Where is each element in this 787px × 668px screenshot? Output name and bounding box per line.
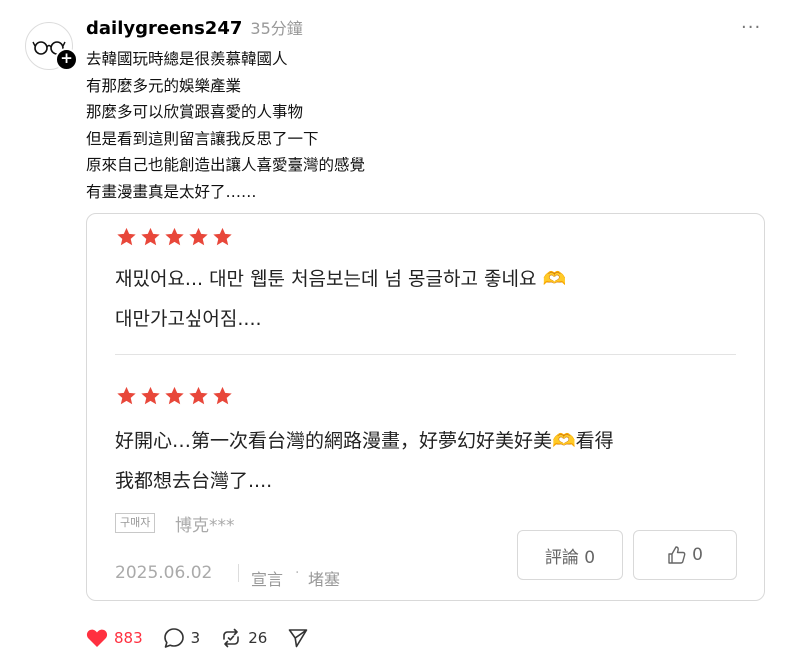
share-send-icon: [288, 629, 308, 648]
star-icon: [189, 386, 208, 405]
follow-plus-icon[interactable]: +: [55, 48, 78, 71]
star-icon: [189, 227, 208, 246]
post-line: 原來自己也能創造出讓人喜愛臺灣的感覺: [86, 156, 366, 174]
review-screenshot-card[interactable]: 재밌어요... 대만 웹툰 처음보는데 넘 몽글하고 좋네요 🫶 대만가고싶어짐…: [86, 213, 765, 601]
declare-link[interactable]: 宣言: [251, 566, 283, 590]
review-2-rating: [115, 385, 234, 407]
star-icon: [117, 386, 136, 405]
comment-bubble-icon: [163, 628, 184, 648]
review-like-button[interactable]: 0: [633, 530, 737, 580]
review-1-rating: [115, 226, 234, 248]
review-1-line-1: 재밌어요... 대만 웹툰 처음보는데 넘 몽글하고 좋네요 🫶: [115, 268, 567, 290]
star-icon: [141, 386, 160, 405]
heart-icon: [86, 629, 108, 647]
review-date: 2025.06.02: [115, 563, 213, 583]
review-2-line-2: 我都想去台灣了....: [115, 470, 273, 492]
thumbs-up-icon: [668, 546, 686, 564]
repost-count: 26: [248, 629, 268, 647]
block-link[interactable]: 堵塞: [308, 566, 340, 590]
post-text: 去韓國玩時總是很羨慕韓國人 有那麼多元的娛樂產業 那麼多可以欣賞跟喜愛的人事物 …: [86, 46, 365, 205]
post-action-bar: 883 3 26: [86, 625, 335, 651]
repost-button[interactable]: 26: [220, 627, 267, 649]
review-2-line-1: 好開心…第一次看台灣的網路漫畫，好夢幻好美好美🫶看得: [115, 430, 614, 452]
post-line: 去韓國玩時總是很羨慕韓國人: [86, 50, 288, 68]
post-line: 但是看到這則留言讓我反思了一下: [86, 129, 319, 148]
star-icon: [213, 386, 232, 405]
comment-count: 3: [190, 629, 201, 647]
reviewer-name: 博克***: [175, 516, 235, 536]
post-line: 有那麼多元的娛樂產業: [86, 76, 242, 95]
comment-button[interactable]: 3: [163, 627, 201, 649]
post-line: 那麼多可以欣賞跟喜愛的人事物: [86, 103, 304, 121]
review-like-count: 0: [692, 545, 703, 565]
post-line: 有畫漫畫真是太好了……: [86, 182, 257, 201]
star-icon: [213, 227, 232, 246]
dot-separator: ·: [295, 565, 300, 581]
share-button[interactable]: [287, 627, 315, 649]
timestamp: 35分鐘: [250, 19, 303, 38]
repost-icon: [223, 628, 239, 648]
star-icon: [165, 386, 184, 405]
more-options-icon[interactable]: ···: [741, 17, 761, 38]
like-count: 883: [114, 629, 143, 647]
review-1-line-2: 대만가고싶어짐....: [115, 308, 262, 330]
comment-count-button[interactable]: 評論 0: [517, 530, 623, 580]
separator: [238, 564, 239, 582]
like-button[interactable]: 883: [86, 628, 143, 648]
review-divider: [115, 354, 736, 355]
buyer-badge: 구매자: [115, 513, 156, 533]
username[interactable]: dailygreens247: [86, 18, 242, 39]
star-icon: [117, 227, 136, 246]
star-icon: [141, 227, 160, 246]
star-icon: [165, 227, 184, 246]
post-header: dailygreens247 35分鐘: [86, 15, 303, 41]
